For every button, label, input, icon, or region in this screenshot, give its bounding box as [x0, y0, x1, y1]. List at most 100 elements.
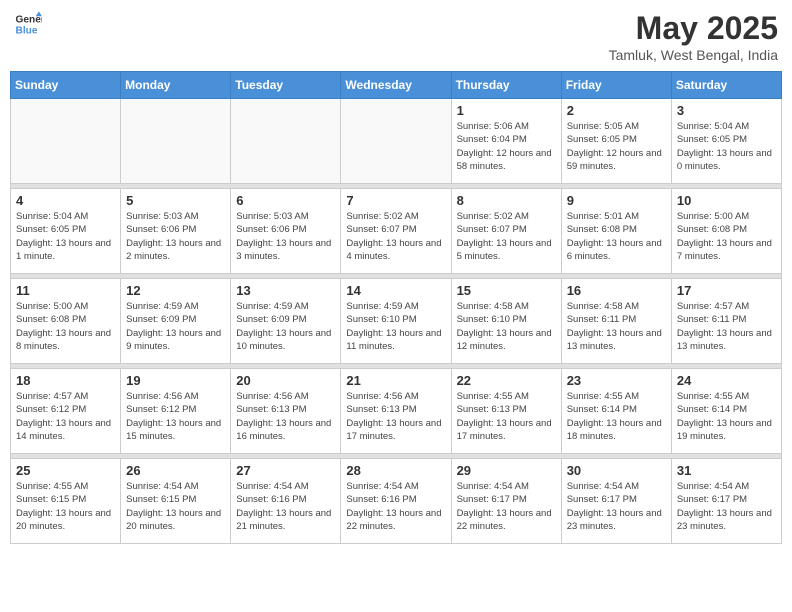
svg-text:Blue: Blue	[16, 25, 38, 36]
day-info: Sunrise: 4:58 AM Sunset: 6:11 PM Dayligh…	[567, 300, 666, 353]
weekday-header-wednesday: Wednesday	[341, 72, 451, 99]
day-number: 21	[346, 373, 445, 388]
day-cell-week5-day4: 29 Sunrise: 4:54 AM Sunset: 6:17 PM Dayli…	[451, 459, 561, 544]
day-cell-week1-day6: 3 Sunrise: 5:04 AM Sunset: 6:05 PM Daylig…	[671, 99, 781, 184]
day-number: 24	[677, 373, 776, 388]
day-info: Sunrise: 4:56 AM Sunset: 6:13 PM Dayligh…	[346, 390, 445, 443]
day-info: Sunrise: 4:59 AM Sunset: 6:09 PM Dayligh…	[126, 300, 225, 353]
day-info: Sunrise: 4:57 AM Sunset: 6:11 PM Dayligh…	[677, 300, 776, 353]
weekday-header-friday: Friday	[561, 72, 671, 99]
day-cell-week5-day3: 28 Sunrise: 4:54 AM Sunset: 6:16 PM Dayli…	[341, 459, 451, 544]
day-number: 14	[346, 283, 445, 298]
day-cell-week3-day5: 16 Sunrise: 4:58 AM Sunset: 6:11 PM Dayli…	[561, 279, 671, 364]
day-info: Sunrise: 5:04 AM Sunset: 6:05 PM Dayligh…	[677, 120, 776, 173]
day-cell-week2-day1: 5Sunrise: 5:03 AM Sunset: 6:06 PM Daylig…	[121, 189, 231, 274]
day-info: Sunrise: 4:54 AM Sunset: 6:17 PM Dayligh…	[677, 480, 776, 533]
day-cell-week1-day3	[341, 99, 451, 184]
day-number: 18	[16, 373, 115, 388]
logo-icon: General Blue	[14, 10, 42, 38]
day-info: Sunrise: 5:05 AM Sunset: 6:05 PM Dayligh…	[567, 120, 666, 173]
day-cell-week5-day0: 25Sunrise: 4:55 AM Sunset: 6:15 PM Dayli…	[11, 459, 121, 544]
day-cell-week4-day3: 21 Sunrise: 4:56 AM Sunset: 6:13 PM Dayli…	[341, 369, 451, 454]
day-cell-week5-day2: 27Sunrise: 4:54 AM Sunset: 6:16 PM Dayli…	[231, 459, 341, 544]
day-info: Sunrise: 4:58 AM Sunset: 6:10 PM Dayligh…	[457, 300, 556, 353]
day-info: Sunrise: 5:02 AM Sunset: 6:07 PM Dayligh…	[457, 210, 556, 263]
day-info: Sunrise: 4:55 AM Sunset: 6:14 PM Dayligh…	[567, 390, 666, 443]
day-cell-week4-day6: 24Sunrise: 4:55 AM Sunset: 6:14 PM Dayli…	[671, 369, 781, 454]
day-cell-week5-day6: 31 Sunrise: 4:54 AM Sunset: 6:17 PM Dayli…	[671, 459, 781, 544]
logo: General Blue	[14, 10, 42, 38]
day-number: 11	[16, 283, 115, 298]
day-number: 26	[126, 463, 225, 478]
page-header: General Blue May 2025 Tamluk, West Benga…	[10, 10, 782, 63]
day-number: 27	[236, 463, 335, 478]
day-number: 9	[567, 193, 666, 208]
day-cell-week5-day1: 26 Sunrise: 4:54 AM Sunset: 6:15 PM Dayli…	[121, 459, 231, 544]
weekday-header-saturday: Saturday	[671, 72, 781, 99]
day-cell-week3-day6: 17 Sunrise: 4:57 AM Sunset: 6:11 PM Dayli…	[671, 279, 781, 364]
week-row-4: 18 Sunrise: 4:57 AM Sunset: 6:12 PM Dayli…	[11, 369, 782, 454]
day-info: Sunrise: 5:04 AM Sunset: 6:05 PM Dayligh…	[16, 210, 115, 263]
day-cell-week1-day2	[231, 99, 341, 184]
title-area: May 2025 Tamluk, West Bengal, India	[609, 10, 778, 63]
day-number: 23	[567, 373, 666, 388]
day-info: Sunrise: 4:56 AM Sunset: 6:13 PM Dayligh…	[236, 390, 335, 443]
day-cell-week3-day3: 14 Sunrise: 4:59 AM Sunset: 6:10 PM Dayli…	[341, 279, 451, 364]
day-number: 19	[126, 373, 225, 388]
day-cell-week2-day2: 6 Sunrise: 5:03 AM Sunset: 6:06 PM Daylig…	[231, 189, 341, 274]
day-info: Sunrise: 4:54 AM Sunset: 6:16 PM Dayligh…	[346, 480, 445, 533]
day-number: 6	[236, 193, 335, 208]
day-cell-week1-day5: 2 Sunrise: 5:05 AM Sunset: 6:05 PM Daylig…	[561, 99, 671, 184]
day-info: Sunrise: 5:02 AM Sunset: 6:07 PM Dayligh…	[346, 210, 445, 263]
day-number: 13	[236, 283, 335, 298]
day-cell-week4-day0: 18 Sunrise: 4:57 AM Sunset: 6:12 PM Dayli…	[11, 369, 121, 454]
weekday-header-tuesday: Tuesday	[231, 72, 341, 99]
day-number: 29	[457, 463, 556, 478]
day-number: 12	[126, 283, 225, 298]
day-info: Sunrise: 5:00 AM Sunset: 6:08 PM Dayligh…	[677, 210, 776, 263]
day-number: 15	[457, 283, 556, 298]
day-info: Sunrise: 4:54 AM Sunset: 6:17 PM Dayligh…	[457, 480, 556, 533]
day-info: Sunrise: 5:06 AM Sunset: 6:04 PM Dayligh…	[457, 120, 556, 173]
day-info: Sunrise: 4:57 AM Sunset: 6:12 PM Dayligh…	[16, 390, 115, 443]
day-number: 25	[16, 463, 115, 478]
day-info: Sunrise: 4:59 AM Sunset: 6:10 PM Dayligh…	[346, 300, 445, 353]
day-info: Sunrise: 5:01 AM Sunset: 6:08 PM Dayligh…	[567, 210, 666, 263]
day-cell-week1-day1	[121, 99, 231, 184]
weekday-header-sunday: Sunday	[11, 72, 121, 99]
location: Tamluk, West Bengal, India	[609, 47, 778, 63]
day-cell-week4-day5: 23 Sunrise: 4:55 AM Sunset: 6:14 PM Dayli…	[561, 369, 671, 454]
month-title: May 2025	[609, 10, 778, 47]
day-cell-week4-day1: 19 Sunrise: 4:56 AM Sunset: 6:12 PM Dayli…	[121, 369, 231, 454]
day-cell-week4-day4: 22Sunrise: 4:55 AM Sunset: 6:13 PM Dayli…	[451, 369, 561, 454]
day-number: 30	[567, 463, 666, 478]
day-cell-week2-day5: 9 Sunrise: 5:01 AM Sunset: 6:08 PM Daylig…	[561, 189, 671, 274]
day-info: Sunrise: 4:54 AM Sunset: 6:15 PM Dayligh…	[126, 480, 225, 533]
week-row-1: 1 Sunrise: 5:06 AM Sunset: 6:04 PM Daylig…	[11, 99, 782, 184]
day-number: 28	[346, 463, 445, 478]
day-info: Sunrise: 5:03 AM Sunset: 6:06 PM Dayligh…	[236, 210, 335, 263]
day-number: 2	[567, 103, 666, 118]
day-cell-week2-day4: 8Sunrise: 5:02 AM Sunset: 6:07 PM Daylig…	[451, 189, 561, 274]
day-number: 1	[457, 103, 556, 118]
day-info: Sunrise: 5:00 AM Sunset: 6:08 PM Dayligh…	[16, 300, 115, 353]
day-cell-week3-day0: 11 Sunrise: 5:00 AM Sunset: 6:08 PM Dayli…	[11, 279, 121, 364]
day-number: 16	[567, 283, 666, 298]
week-row-5: 25Sunrise: 4:55 AM Sunset: 6:15 PM Dayli…	[11, 459, 782, 544]
weekday-header-monday: Monday	[121, 72, 231, 99]
day-info: Sunrise: 4:59 AM Sunset: 6:09 PM Dayligh…	[236, 300, 335, 353]
week-row-3: 11 Sunrise: 5:00 AM Sunset: 6:08 PM Dayli…	[11, 279, 782, 364]
day-cell-week2-day3: 7Sunrise: 5:02 AM Sunset: 6:07 PM Daylig…	[341, 189, 451, 274]
weekday-header-row: SundayMondayTuesdayWednesdayThursdayFrid…	[11, 72, 782, 99]
day-number: 31	[677, 463, 776, 478]
day-number: 17	[677, 283, 776, 298]
day-number: 5	[126, 193, 225, 208]
day-number: 20	[236, 373, 335, 388]
day-info: Sunrise: 4:54 AM Sunset: 6:17 PM Dayligh…	[567, 480, 666, 533]
day-number: 10	[677, 193, 776, 208]
week-row-2: 4Sunrise: 5:04 AM Sunset: 6:05 PM Daylig…	[11, 189, 782, 274]
day-cell-week2-day6: 10 Sunrise: 5:00 AM Sunset: 6:08 PM Dayli…	[671, 189, 781, 274]
day-number: 3	[677, 103, 776, 118]
weekday-header-thursday: Thursday	[451, 72, 561, 99]
day-info: Sunrise: 4:56 AM Sunset: 6:12 PM Dayligh…	[126, 390, 225, 443]
